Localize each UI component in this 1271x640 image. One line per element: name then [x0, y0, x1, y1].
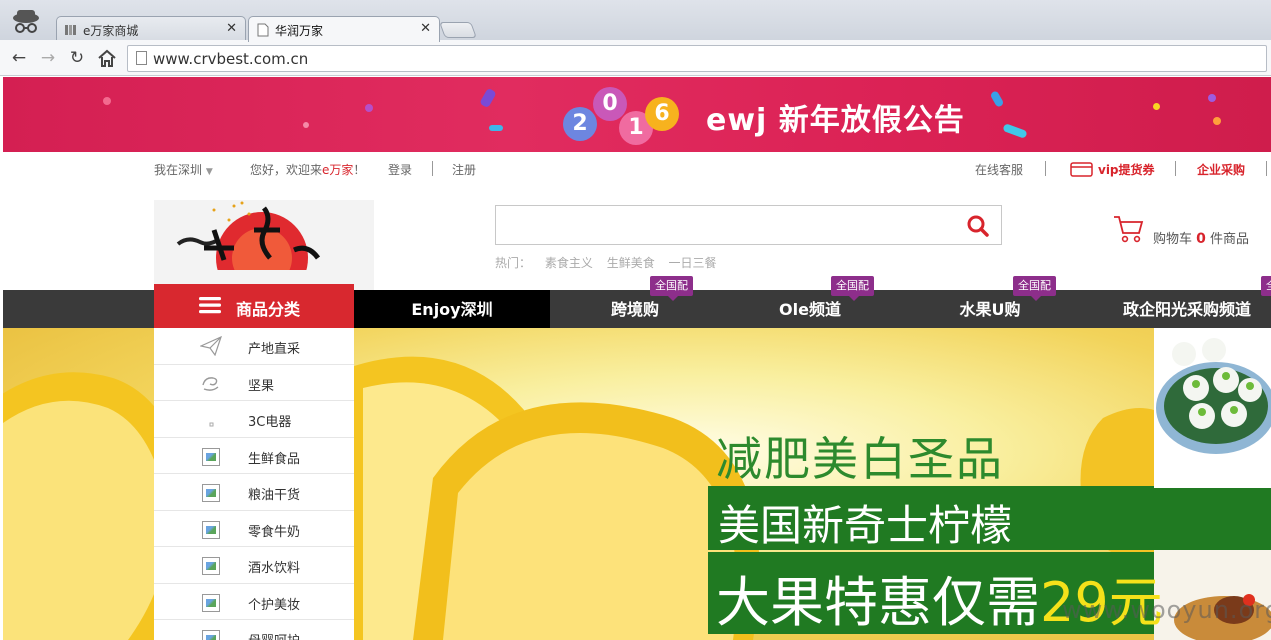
- category-item[interactable]: 坚果: [154, 365, 354, 401]
- cart-label: 购物车: [1153, 232, 1193, 247]
- hot-term-link[interactable]: 素食主义: [545, 256, 593, 270]
- year-digit: 6: [645, 97, 679, 131]
- hero-headline: 减肥美白圣品: [716, 432, 1004, 486]
- search-box: [495, 205, 1002, 245]
- nationwide-badge: 全国: [1261, 276, 1271, 296]
- vip-voucher-link[interactable]: vip提货券: [1098, 161, 1155, 178]
- year-digit: 2: [563, 107, 597, 141]
- category-item[interactable]: 母婴呵护: [154, 620, 354, 640]
- logo[interactable]: [154, 200, 374, 290]
- tab-label: e万家商城: [83, 24, 139, 38]
- cart-count: 0: [1196, 231, 1206, 247]
- category-header[interactable]: 商品分类: [154, 284, 354, 328]
- card-icon: [1070, 162, 1093, 177]
- category-title: 商品分类: [236, 300, 301, 319]
- tab-ewanjia[interactable]: e万家商城 ✕: [56, 16, 246, 42]
- hot-term-link[interactable]: 一日三餐: [669, 256, 717, 270]
- nationwide-badge: 全国配: [831, 276, 874, 301]
- banner-title: ewj 新年放假公告: [706, 103, 965, 138]
- location-selector[interactable]: 我在深圳 ▼: [154, 161, 213, 178]
- new-year-logo-art: [154, 201, 374, 290]
- close-tab-icon[interactable]: ✕: [226, 21, 237, 36]
- cart-button[interactable]: 购物车 0 件商品: [1112, 214, 1262, 247]
- broken-image-icon: [202, 557, 220, 575]
- welcome-text: 您好，欢迎来e万家！: [250, 163, 366, 177]
- nav-fruit[interactable]: 水果U购 全国配: [900, 276, 1080, 328]
- browser-toolbar: ← → ↻ www.crvbest.com.cn: [0, 40, 1271, 76]
- search-input[interactable]: [502, 212, 942, 238]
- menu-icon: [199, 297, 221, 314]
- login-link[interactable]: 登录: [388, 161, 412, 178]
- new-tab-button[interactable]: [439, 22, 477, 38]
- cart-icon: [1114, 216, 1144, 243]
- forward-icon[interactable]: →: [37, 48, 59, 68]
- home-icon[interactable]: [96, 48, 118, 68]
- online-service-link[interactable]: 在线客服: [975, 161, 1023, 178]
- search-icon[interactable]: [965, 214, 991, 238]
- top-info-bar: 我在深圳 ▼ 您好，欢迎来e万家！ 登录 注册 在线客服 vip提货券 企业采购: [0, 152, 1271, 186]
- nav-enjoy-shenzhen[interactable]: Enjoy深圳: [354, 290, 550, 328]
- category-item[interactable]: 个护美妆: [154, 584, 354, 620]
- category-list: 产地直采 坚果 3C电器 生鲜食品 粮油干货 零食牛奶 酒水饮料 个护美妆 母婴…: [154, 328, 354, 640]
- category-item[interactable]: 生鲜食品: [154, 438, 354, 474]
- category-item[interactable]: 酒水饮料: [154, 547, 354, 584]
- nav-cross-border[interactable]: 跨境购 全国配: [550, 276, 720, 328]
- nav-enterprise[interactable]: 政企阳光采购频道全国: [1123, 276, 1271, 328]
- category-item[interactable]: 零食牛奶: [154, 511, 354, 547]
- nut-icon: [202, 376, 219, 391]
- broken-image-icon: [202, 520, 220, 539]
- page-icon: [257, 23, 269, 37]
- category-item[interactable]: 3C电器: [154, 401, 354, 438]
- enterprise-purchase-link[interactable]: 企业采购: [1197, 161, 1245, 178]
- dumplings-image: [1154, 328, 1271, 488]
- broken-image-icon: [202, 593, 220, 612]
- new-year-banner[interactable]: 2 0 1 6 ewj 新年放假公告: [3, 77, 1271, 152]
- category-item[interactable]: 产地直采: [154, 328, 354, 365]
- caret-down-icon: ▼: [205, 167, 213, 177]
- category-item[interactable]: 粮油干货: [154, 474, 354, 511]
- register-link[interactable]: 注册: [452, 161, 476, 178]
- hero-subheadline: 美国新奇士柠檬: [718, 501, 1013, 550]
- broken-image-icon: [202, 630, 220, 640]
- back-icon[interactable]: ←: [8, 48, 30, 68]
- favicon-icon: [65, 25, 76, 35]
- incognito-icon: [13, 10, 39, 33]
- broken-image-icon: [202, 484, 220, 502]
- hot-search-terms: 热门： 素食主义 生鲜美食 一日三餐: [495, 254, 727, 271]
- url-text: www.crvbest.com.cn: [153, 50, 309, 68]
- dessert-image: [1154, 550, 1271, 640]
- broken-image-icon: [202, 447, 220, 466]
- tab-huarun[interactable]: 华润万家 ✕: [248, 16, 440, 42]
- watermark: www.wooyun.org: [1062, 596, 1271, 624]
- nationwide-badge: 全国配: [650, 276, 693, 301]
- page-icon: [136, 51, 147, 65]
- year-digit: 0: [593, 87, 627, 121]
- close-tab-icon[interactable]: ✕: [420, 21, 431, 36]
- address-bar[interactable]: www.crvbest.com.cn: [127, 45, 1267, 72]
- dot-icon: [209, 422, 214, 427]
- hot-label: 热门：: [495, 256, 532, 270]
- nationwide-badge: 全国配: [1013, 276, 1056, 301]
- cart-unit: 件商品: [1210, 232, 1250, 247]
- hot-term-link[interactable]: 生鲜美食: [607, 256, 655, 270]
- browser-tabstrip: e万家商城 ✕ 华润万家 ✕: [0, 0, 1271, 42]
- reload-icon[interactable]: ↻: [66, 48, 88, 68]
- paper-plane-icon: [200, 336, 222, 356]
- tab-label: 华润万家: [275, 24, 324, 38]
- nav-ole[interactable]: Ole频道 全国配: [720, 276, 900, 328]
